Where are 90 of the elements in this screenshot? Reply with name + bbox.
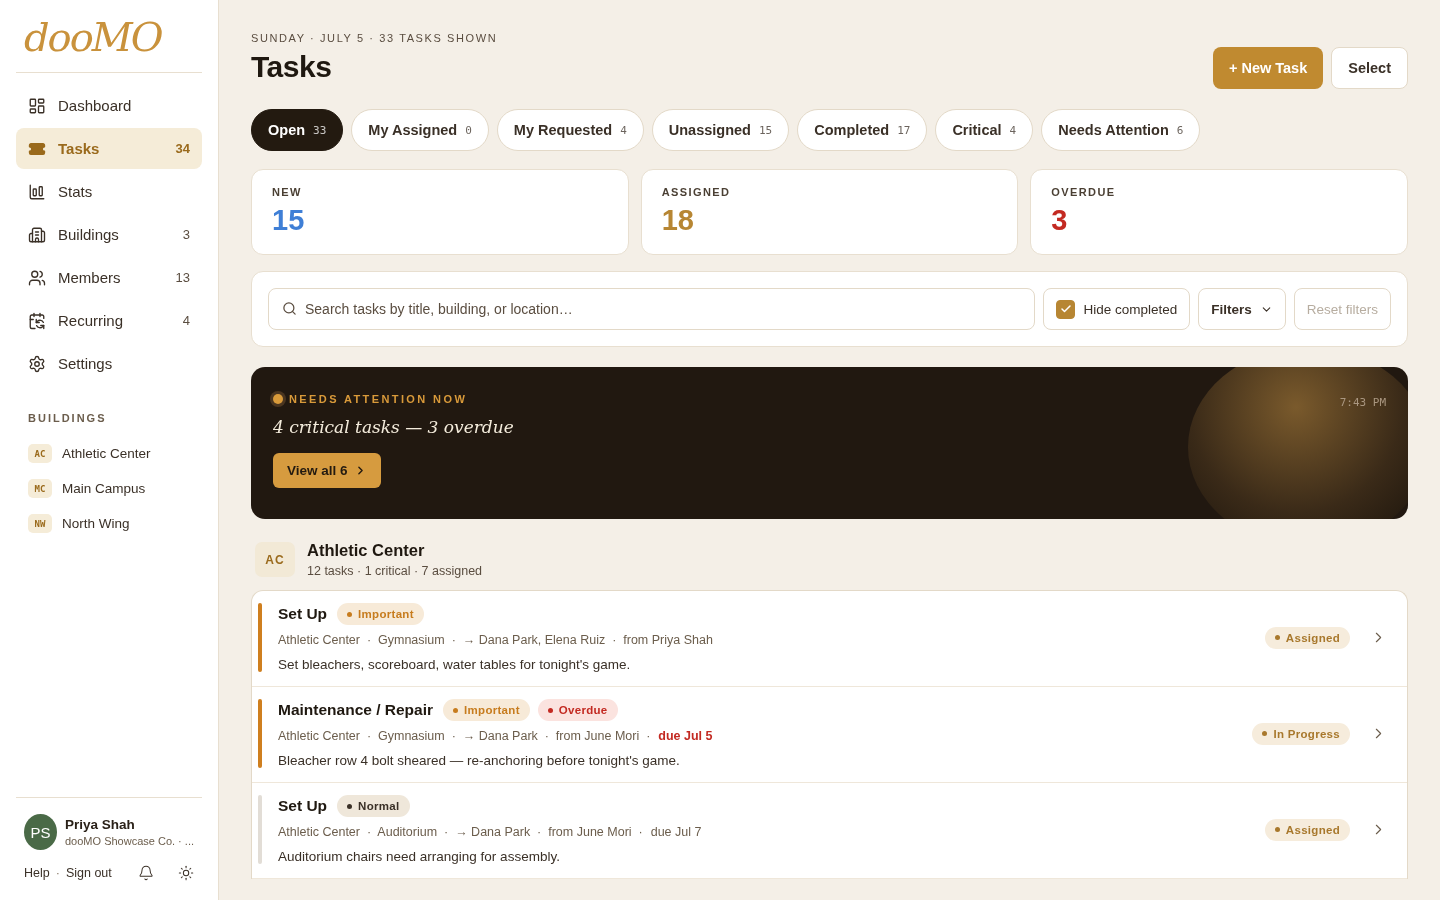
task-meta: Athletic Center · Auditorium · → Dana Park · from June Mori ·: [278, 825, 643, 839]
due-date: due Jul 7: [650, 825, 702, 839]
priority-tag: Important: [337, 603, 424, 625]
nav-count: 3: [182, 227, 190, 242]
stat-label: NEW: [272, 186, 303, 198]
task-row[interactable]: Set Up Important Athletic Center · Gymnasium · → Dana Park, Elena Ruiz · from Priya Shah Set bleachers, scoreboard, water tables for tonight's game. Assigned: [252, 591, 1407, 687]
nav-label: Stats: [58, 183, 94, 200]
checkbox[interactable]: [1056, 299, 1076, 319]
hide-completed-toggle[interactable]: Hide completed: [1043, 288, 1191, 330]
chart-icon: [28, 182, 46, 201]
nav-label: Buildings: [58, 226, 120, 243]
pulse-icon: [273, 394, 283, 404]
building-code: NW: [28, 514, 52, 533]
nav-label: Recurring: [58, 312, 125, 329]
calendar-icon: [28, 311, 46, 330]
building-code: AC: [255, 542, 295, 577]
task-description: Set bleachers, scoreboard, water tables for tonight's game.: [278, 657, 632, 672]
search-field[interactable]: Search tasks by title, building, or location…: [268, 288, 1036, 330]
task-description: Bleacher row 4 bolt sheared — re-anchoring before tonight's game.: [278, 753, 681, 768]
section-heading: BUILDINGS: [28, 412, 108, 424]
nav-item[interactable]: Recurring 4: [16, 300, 202, 341]
stat-value: 15: [272, 204, 306, 237]
group-summary: 12 tasks · 1 critical · 7 assigned: [307, 564, 483, 578]
filter-tab[interactable]: Needs Attention 6: [1041, 109, 1201, 151]
building-icon: [28, 225, 46, 244]
nav-item[interactable]: Settings: [16, 343, 202, 384]
nav-label: Tasks: [58, 140, 101, 157]
banner-caption: NEEDS ATTENTION NOW: [289, 393, 468, 405]
select-button[interactable]: Select: [1331, 47, 1408, 89]
banner-headline: 4 critical tasks — 3 overdue: [273, 417, 515, 437]
filter-tab[interactable]: Critical 4: [935, 109, 1034, 151]
nav-item[interactable]: Dashboard: [16, 85, 202, 126]
people-icon: [28, 268, 46, 287]
status-tag: Assigned: [1264, 626, 1350, 649]
separator-dot: ·: [55, 866, 60, 880]
view-all-button[interactable]: View all 6: [273, 453, 381, 488]
bell-icon[interactable]: [137, 864, 154, 882]
filter-tab[interactable]: My Assigned 0: [351, 109, 489, 151]
nav-item[interactable]: Tasks 34: [16, 128, 202, 169]
filters-button[interactable]: Filters: [1198, 288, 1286, 330]
building-link[interactable]: Athletic Center: [62, 446, 151, 461]
status-tag: In Progress: [1252, 722, 1350, 745]
footer-link[interactable]: Help: [24, 866, 50, 880]
priority-tag: Important: [443, 699, 530, 721]
building-link[interactable]: Main Campus: [62, 481, 146, 496]
check-icon: [1059, 303, 1072, 315]
nav-item[interactable]: Members 13: [16, 257, 202, 298]
filter-tab[interactable]: Open 33: [251, 109, 344, 151]
search-icon: [282, 301, 297, 316]
banner-time: 7:43 PM: [1339, 396, 1386, 409]
due-date: due Jul 5: [658, 729, 713, 743]
footer-link[interactable]: Sign out: [65, 866, 112, 880]
building-code: MC: [28, 479, 52, 498]
settings-icon: [28, 354, 46, 373]
task-meta: Athletic Center · Gymnasium · → Dana Park · from June Mori ·: [278, 729, 651, 743]
nav-count: 4: [182, 313, 190, 328]
nav-label: Members: [58, 269, 122, 286]
nav-count: 34: [175, 141, 190, 156]
date-caption: SUNDAY · JULY 5 · 33 TASKS SHOWN: [251, 32, 498, 44]
task-title: Maintenance / Repair: [278, 701, 434, 719]
nav-count: 13: [175, 270, 190, 285]
nav-label: Settings: [58, 355, 114, 372]
task-title: Set Up: [278, 605, 328, 623]
nav-label: Dashboard: [58, 97, 133, 114]
grid-icon: [28, 96, 46, 115]
task-title: Set Up: [278, 797, 328, 815]
status-tag: Assigned: [1264, 818, 1350, 841]
task-row[interactable]: Maintenance / Repair Important Overdue Athletic Center · Gymnasium · → Dana Park · from June Mori · due Jul 5 Bleacher row 4 bolt sheared — re-anchoring before tonight's game. In Progress: [252, 687, 1407, 783]
priority-tag: Normal: [337, 795, 410, 817]
stat-value: 18: [661, 204, 695, 237]
task-meta: Athletic Center · Gymnasium · → Dana Park, Elena Ruiz · from Priya Shah: [278, 633, 713, 647]
stat-label: ASSIGNED: [661, 186, 732, 198]
filter-tab[interactable]: Unassigned 15: [651, 109, 790, 151]
filter-tab[interactable]: Completed 17: [797, 109, 928, 151]
filter-tab[interactable]: My Requested 4: [496, 109, 644, 151]
priority-tag: Overdue: [537, 699, 618, 721]
group-title: Athletic Center: [307, 541, 426, 560]
user-avatar: PS: [24, 814, 57, 850]
org-name: dooMO Showcase Co. · ...: [65, 835, 194, 847]
task-description: Auditorium chairs need arranging for assembly.: [278, 849, 561, 864]
page-title: Tasks: [251, 50, 333, 84]
sun-icon[interactable]: [177, 864, 194, 882]
stat-label: OVERDUE: [1051, 186, 1117, 198]
nav-item[interactable]: Stats: [16, 171, 202, 212]
building-link[interactable]: North Wing: [62, 516, 130, 531]
nav-item[interactable]: Buildings 3: [16, 214, 202, 255]
stat-value: 3: [1051, 204, 1069, 237]
task-row[interactable]: Set Up Normal Athletic Center · Auditorium · → Dana Park · from June Mori · due Jul 7 Auditorium chairs need arranging for assembly. Assigned: [252, 783, 1407, 879]
user-name: Priya Shah: [65, 817, 136, 832]
building-code: AC: [28, 444, 52, 463]
